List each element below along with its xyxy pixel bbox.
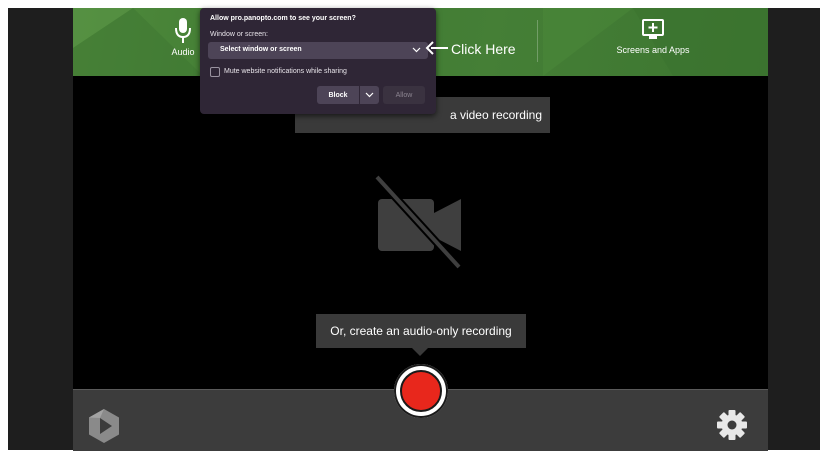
left-arrow-icon — [425, 41, 448, 55]
video-recording-hint-text: a video recording — [449, 108, 542, 122]
record-icon — [400, 370, 442, 412]
mute-notifications-checkbox[interactable] — [210, 67, 220, 77]
tooltip-arrow — [412, 348, 428, 356]
screens-source-button[interactable]: Screens and Apps — [603, 18, 703, 55]
microphone-icon — [175, 18, 191, 43]
block-options-button[interactable] — [360, 86, 379, 104]
panopto-logo-icon — [89, 409, 119, 443]
gear-icon[interactable] — [716, 409, 748, 441]
chevron-down-icon — [365, 92, 374, 98]
dialog-title: Allow pro.panopto.com to see your screen… — [210, 15, 356, 22]
camera-off-icon — [374, 174, 462, 270]
click-here-annotation: Click Here — [451, 41, 516, 57]
window-select-value: Select window or screen — [220, 46, 302, 53]
audio-only-tooltip: Or, create an audio-only recording — [316, 314, 526, 348]
record-button[interactable] — [394, 364, 448, 418]
dialog-subtitle: Window or screen: — [210, 31, 268, 38]
screen-share-permission-dialog: Allow pro.panopto.com to see your screen… — [200, 8, 436, 114]
audio-only-tooltip-text: Or, create an audio-only recording — [330, 324, 512, 338]
allow-button-label: Allow — [395, 91, 413, 99]
toolbar-divider — [537, 20, 538, 62]
audio-source-label: Audio — [171, 47, 195, 57]
screens-source-label: Screens and Apps — [616, 45, 690, 55]
allow-button[interactable]: Allow — [383, 86, 425, 104]
monitor-plus-icon — [642, 19, 664, 39]
mute-notifications-label: Mute website notifications while sharing — [224, 68, 347, 75]
chevron-down-icon — [412, 47, 421, 53]
block-button-label: Block — [328, 91, 348, 99]
block-button[interactable]: Block — [317, 86, 359, 104]
audio-source-button[interactable]: Audio — [163, 18, 203, 57]
window-or-screen-select[interactable]: Select window or screen — [208, 42, 428, 59]
